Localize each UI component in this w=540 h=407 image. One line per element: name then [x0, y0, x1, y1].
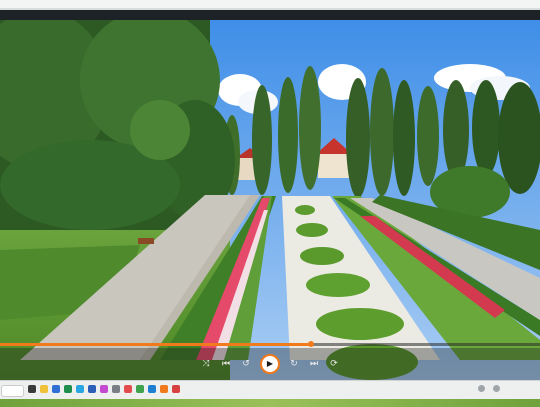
seek-bar-fill	[0, 343, 311, 346]
taskbar	[0, 380, 540, 399]
repeat-icon[interactable]: ⟳	[328, 358, 340, 370]
folder-icon[interactable]	[40, 385, 48, 393]
music-icon[interactable]	[100, 385, 108, 393]
browser-icon[interactable]	[76, 385, 84, 393]
taskbar-search-input[interactable]	[1, 385, 24, 397]
play-icon[interactable]: ▶	[260, 354, 280, 374]
vlc-icon[interactable]	[160, 385, 168, 393]
file-explorer-icon[interactable]	[28, 385, 36, 393]
previous-icon[interactable]: ⏮	[220, 358, 232, 370]
video-area[interactable]	[0, 20, 540, 380]
network-icon[interactable]	[478, 385, 485, 392]
edge-icon[interactable]	[148, 385, 156, 393]
next-icon[interactable]: ⏭	[308, 358, 320, 370]
playback-controls: ⤨ ⏮ ↺ ▶ ↻ ⏭ ⟳	[0, 348, 540, 380]
word-icon[interactable]	[88, 385, 96, 393]
chrome-icon[interactable]	[136, 385, 144, 393]
media-icon[interactable]	[172, 385, 180, 393]
player-title-bar	[0, 10, 540, 20]
excel-icon[interactable]	[64, 385, 72, 393]
desktop-wallpaper-strip	[0, 399, 540, 407]
window-top-frame	[0, 0, 540, 10]
video-frame-garden	[0, 20, 540, 380]
forward-icon[interactable]: ↻	[288, 358, 300, 370]
mail-icon[interactable]	[52, 385, 60, 393]
volume-icon[interactable]	[493, 385, 500, 392]
seek-bar-thumb[interactable]	[307, 341, 314, 347]
taskbar-apps	[28, 385, 180, 393]
photos-icon[interactable]	[124, 385, 132, 393]
rewind-icon[interactable]: ↺	[240, 358, 252, 370]
seek-bar[interactable]	[0, 341, 540, 347]
settings-icon[interactable]	[112, 385, 120, 393]
shuffle-icon[interactable]: ⤨	[200, 358, 212, 370]
system-tray	[478, 385, 500, 392]
